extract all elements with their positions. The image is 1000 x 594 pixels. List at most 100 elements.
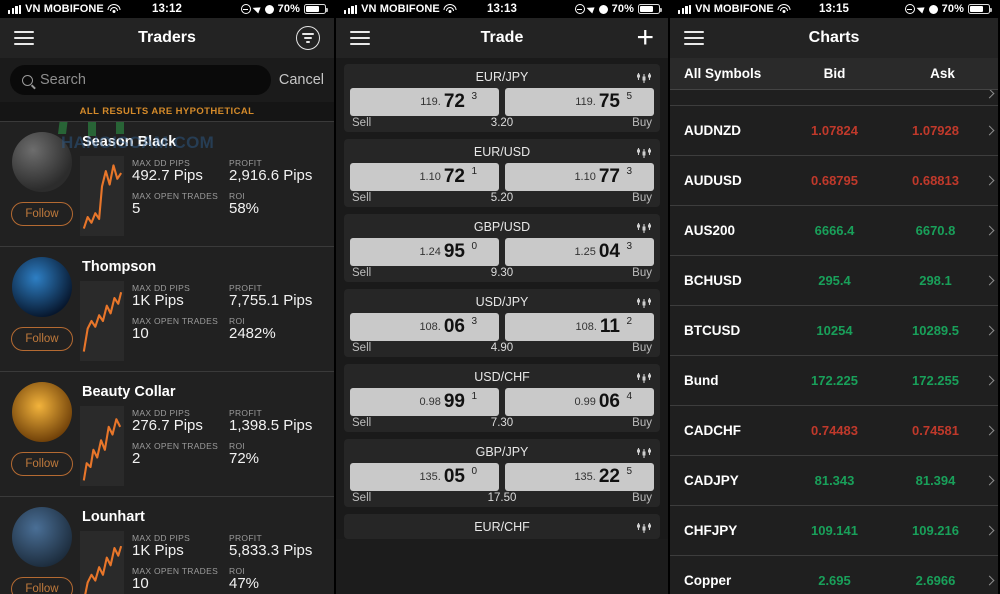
phone-panel-traders: VN MOBIFONE 13:12 70% Traders HANOISCAM.…	[0, 0, 334, 594]
stat-value-max-dd: 492.7 Pips	[132, 167, 203, 184]
sell-button[interactable]: 135. 05 0	[350, 463, 499, 491]
sell-button[interactable]: 1.10 72 1	[350, 163, 499, 191]
search-input[interactable]: Search	[10, 65, 271, 95]
buy-button[interactable]: 108. 11 2	[505, 313, 654, 341]
table-row[interactable]: CADCHF 0.74483 0.74581	[670, 406, 998, 456]
trader-name: Lounhart	[82, 509, 145, 525]
price-card[interactable]: EUR/USD 1.10 72 1 1.10 77 3 Sell 5.20 Buy	[344, 139, 660, 207]
sell-price-fraction: 1	[471, 166, 477, 177]
buy-price-main: 22	[598, 466, 620, 487]
trader-details: Lounhart MAX DD PIPS 1K Pips MAX OPEN TRADE…	[78, 505, 326, 594]
search-row: Search Cancel	[0, 58, 334, 102]
follow-button[interactable]: Follow	[11, 327, 73, 351]
candlestick-chart-icon[interactable]	[636, 221, 652, 233]
sell-label: Sell	[352, 267, 372, 279]
stat-value-roi: 47%	[229, 575, 260, 592]
hamburger-menu-icon[interactable]	[14, 31, 34, 45]
table-row[interactable]: CHFJPY 109.141 109.216	[670, 506, 998, 556]
follow-button[interactable]: Follow	[11, 577, 73, 594]
table-row[interactable]: AUDJPY73.45273.489	[670, 90, 998, 106]
symbol-label: USD/JPY	[475, 295, 529, 309]
add-symbol-button[interactable]: +	[636, 23, 654, 53]
table-row[interactable]: CADJPY 81.343 81.394	[670, 456, 998, 506]
candlestick-chart-icon[interactable]	[636, 71, 652, 83]
cancel-button[interactable]: Cancel	[279, 72, 324, 88]
buy-price-fraction: 3	[626, 166, 632, 177]
column-header-ask[interactable]: Ask	[887, 66, 998, 81]
buy-button[interactable]: 135. 22 5	[505, 463, 654, 491]
row-ask: 298.1	[919, 273, 952, 288]
page-title: Charts	[808, 29, 860, 46]
table-row[interactable]: Bund 172.225 172.255	[670, 356, 998, 406]
trader-card[interactable]: Follow Beauty Collar MAX DD PIPS 276.7 Pips…	[0, 372, 334, 497]
price-card[interactable]: EUR/CHF	[344, 514, 660, 539]
hamburger-menu-icon[interactable]	[350, 31, 370, 45]
row-ask: 73.489	[887, 90, 998, 91]
symbol-label: EUR/CHF	[474, 520, 530, 534]
column-header-symbol[interactable]: All Symbols	[670, 66, 782, 81]
sell-price-fraction: 1	[471, 391, 477, 402]
price-card[interactable]: USD/CHF 0.98 99 1 0.99 06 4 Sell 7.30 Buy	[344, 364, 660, 432]
stat-value-max-open: 10	[132, 325, 149, 342]
chevron-right-icon[interactable]	[984, 90, 995, 99]
sell-button[interactable]: 0.98 99 1	[350, 388, 499, 416]
table-row[interactable]: Copper 2.695 2.6966	[670, 556, 998, 594]
buy-button[interactable]: 1.25 04 3	[505, 238, 654, 266]
price-card[interactable]: GBP/USD 1.24 95 0 1.25 04 3 Sell 9.30 Buy	[344, 214, 660, 282]
hamburger-menu-icon[interactable]	[684, 31, 704, 45]
buy-button[interactable]: 119. 75 5	[505, 88, 654, 116]
buy-button[interactable]: 0.99 06 4	[505, 388, 654, 416]
table-row[interactable]: BCHUSD 295.4 298.1	[670, 256, 998, 306]
stat-label-max-open: MAX OPEN TRADES	[132, 441, 219, 451]
row-bid: 6666.4	[814, 223, 855, 238]
symbol-label: EUR/USD	[473, 145, 531, 159]
candlestick-chart-icon[interactable]	[636, 521, 652, 533]
trader-avatar-column: Follow	[6, 505, 78, 594]
trader-card[interactable]: Follow Thompson MAX DD PIPS 1K Pips MAX OPEN…	[0, 247, 334, 372]
stat-value-max-dd: 276.7 Pips	[132, 417, 203, 434]
follow-button[interactable]: Follow	[11, 202, 73, 226]
price-card[interactable]: EUR/JPY 119. 72 3 119. 75 5 Sell 3.20 Buy	[344, 64, 660, 132]
sell-button[interactable]: 119. 72 3	[350, 88, 499, 116]
table-row[interactable]: BTCUSD 10254 10289.5	[670, 306, 998, 356]
buy-button[interactable]: 1.10 77 3	[505, 163, 654, 191]
row-bid: 2.695	[818, 573, 851, 588]
avatar	[12, 382, 72, 442]
row-symbol: CHFJPY	[684, 523, 738, 538]
sell-button[interactable]: 1.24 95 0	[350, 238, 499, 266]
candlestick-chart-icon[interactable]	[636, 146, 652, 158]
sell-button[interactable]: 108. 06 3	[350, 313, 499, 341]
table-row[interactable]: AUDNZD 1.07824 1.07928	[670, 106, 998, 156]
sell-price-fraction: 0	[471, 241, 477, 252]
candlestick-chart-icon[interactable]	[636, 446, 652, 458]
candlestick-chart-icon[interactable]	[636, 371, 652, 383]
column-header-bid[interactable]: Bid	[782, 66, 887, 81]
row-bid: 109.141	[811, 523, 858, 538]
follow-button[interactable]: Follow	[11, 452, 73, 476]
trader-card[interactable]: Follow Season Black MAX DD PIPS 492.7 Pips M…	[0, 122, 334, 247]
sell-price-main: 05	[443, 466, 465, 487]
price-card[interactable]: GBP/JPY 135. 05 0 135. 22 5 Sell 17.50 Buy	[344, 439, 660, 507]
row-symbol: AUDJPY	[670, 90, 782, 91]
price-card[interactable]: USD/JPY 108. 06 3 108. 11 2 Sell 4.90 Buy	[344, 289, 660, 357]
page-title: Trade	[480, 29, 524, 46]
buy-price-fraction: 5	[626, 91, 632, 102]
battery-percent: 70%	[277, 3, 300, 15]
trader-card[interactable]: Follow Lounhart MAX DD PIPS 1K Pips MAX OPEN…	[0, 497, 334, 594]
buy-price-prefix: 1.25	[574, 246, 596, 258]
candlestick-chart-icon[interactable]	[636, 296, 652, 308]
symbol-label: GBP/JPY	[475, 445, 529, 459]
table-row[interactable]: AUS200 6666.4 6670.8	[670, 206, 998, 256]
carrier-label: VN MOBIFONE	[361, 3, 440, 15]
sell-price-main: 72	[443, 166, 465, 187]
sell-price-fraction: 3	[471, 91, 477, 102]
battery-icon	[968, 4, 992, 14]
status-time: 13:13	[487, 3, 517, 15]
table-row[interactable]: AUDUSD 0.68795 0.68813	[670, 156, 998, 206]
symbol-label: GBP/USD	[473, 220, 531, 234]
buy-label: Buy	[632, 417, 652, 429]
filter-icon[interactable]	[296, 26, 320, 50]
stat-value-max-dd: 1K Pips	[132, 292, 184, 309]
buy-label: Buy	[632, 192, 652, 204]
phone-panel-trade: VN MOBIFONE 13:13 70% Trade + EUR/JPY 119…	[334, 0, 670, 594]
